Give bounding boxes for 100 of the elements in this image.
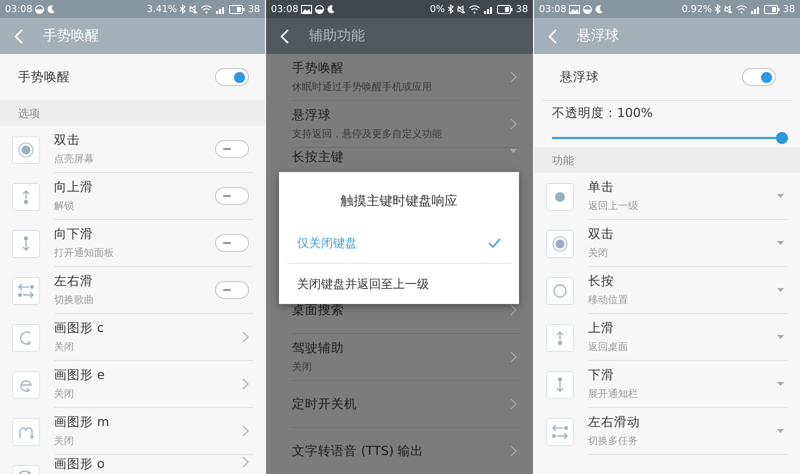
setting-title: 上滑 xyxy=(588,320,615,337)
setting-title: 定时开关机 xyxy=(292,396,357,412)
setting-subtitle: 展开通知栏 xyxy=(588,388,638,401)
signal-icon xyxy=(750,4,761,14)
slider[interactable] xyxy=(552,132,788,144)
slider-thumb[interactable] xyxy=(776,132,788,144)
image-icon xyxy=(301,4,312,14)
wifi-icon xyxy=(200,4,212,14)
setting-title: 双击 xyxy=(54,132,81,149)
setting-row[interactable]: 左右滑 切换歌曲 xyxy=(0,267,265,314)
setting-subtitle: 打开通知面板 xyxy=(54,246,114,260)
slider-label: 不透明度：100% xyxy=(552,104,654,122)
chevron-right-icon xyxy=(242,425,249,437)
half-circle-icon xyxy=(315,4,324,14)
bluetooth-icon xyxy=(448,4,454,14)
page-title: 悬浮球 xyxy=(577,27,619,45)
setting-row[interactable]: 向下滑 打开通知面板 xyxy=(0,220,265,267)
signal-icon xyxy=(482,4,494,14)
dialog-option[interactable]: 关闭键盘并返回至上一级 xyxy=(287,264,511,304)
setting-title: 画图形 o xyxy=(54,456,105,473)
setting-title: 驾驶辅助 xyxy=(292,340,344,357)
data-rate: 3.41% xyxy=(146,4,177,14)
toggle-switch[interactable] xyxy=(215,140,249,158)
setting-row[interactable]: 单击 返回上一级 xyxy=(534,173,800,220)
battery-icon xyxy=(496,4,513,14)
setting-row[interactable]: 画图形 c 关闭 xyxy=(0,314,265,361)
chevron-right-icon xyxy=(510,351,517,363)
setting-row[interactable]: 驾驶辅助 关闭 xyxy=(266,334,533,381)
bluetooth-icon xyxy=(714,4,721,14)
clock: 03:08 xyxy=(5,4,32,14)
setting-title: 画图形 m xyxy=(54,414,110,431)
toggle-switch[interactable] xyxy=(215,187,249,205)
battery-icon xyxy=(228,4,245,14)
chevron-right-icon xyxy=(510,445,517,457)
chevron-right-icon xyxy=(510,71,517,83)
toggle-switch[interactable] xyxy=(215,68,249,86)
section-header: 功能 xyxy=(552,152,574,168)
setting-row[interactable]: 画图形 o xyxy=(0,455,265,474)
setting-title: 双击 xyxy=(588,226,614,243)
checkmark-icon xyxy=(488,238,501,248)
setting-row[interactable]: 下滑 展开通知栏 xyxy=(534,361,800,408)
dropdown-caret-icon xyxy=(777,194,784,198)
setting-subtitle: 支持返回，悬停及更多自定义功能 xyxy=(292,128,442,141)
half-circle-icon xyxy=(35,4,44,14)
setting-row[interactable]: 画图形 e 关闭 xyxy=(0,361,265,408)
double-ring-dot-icon xyxy=(551,234,569,252)
setting-subtitle: 休眠时通过手势唤醒手机或应用 xyxy=(292,80,432,94)
setting-row[interactable]: 向上滑 解锁 xyxy=(0,173,265,220)
back-icon[interactable] xyxy=(280,28,289,44)
moon-icon xyxy=(47,4,56,14)
setting-title: 画图形 e xyxy=(54,367,105,384)
setting-title: 长按 xyxy=(588,273,615,290)
setting-title: 桌面搜索 xyxy=(292,302,344,318)
chevron-right-icon xyxy=(242,378,249,390)
setting-row[interactable]: 左右滑动 切换多任务 xyxy=(534,408,800,455)
setting-subtitle: 返回上一级 xyxy=(588,200,638,213)
setting-row[interactable]: 文字转语音 (TTS) 输出 xyxy=(266,428,533,474)
data-rate: 0.92% xyxy=(682,4,712,14)
setting-title: 单击 xyxy=(588,179,615,196)
setting-title: 悬浮球 xyxy=(560,68,599,86)
setting-row[interactable]: 双击 点亮屏幕 xyxy=(0,126,265,173)
mute-icon xyxy=(188,4,198,14)
setting-title: 左右滑 xyxy=(54,273,94,290)
data-rate: 0% xyxy=(430,4,445,14)
setting-row[interactable]: 画图形 m 关闭 xyxy=(0,408,265,455)
setting-row[interactable]: 上滑 返回桌面 xyxy=(534,314,800,361)
setting-title: 文字转语音 (TTS) 输出 xyxy=(292,442,424,460)
dropdown-caret-icon xyxy=(510,149,517,153)
toggle-switch[interactable] xyxy=(215,281,249,299)
page-title: 手势唤醒 xyxy=(43,27,99,45)
signal-icon xyxy=(214,4,226,14)
setting-row[interactable]: 手势唤醒 休眠时通过手势唤醒手机或应用 xyxy=(266,54,533,101)
setting-row[interactable]: 定时开关机 xyxy=(266,381,533,428)
setting-title: 长按主键 xyxy=(292,149,344,166)
setting-subtitle: 关闭 xyxy=(54,434,75,448)
setting-subtitle: 关闭 xyxy=(54,340,75,354)
chevron-right-icon xyxy=(510,118,517,130)
dropdown-caret-icon xyxy=(777,288,784,292)
half-circle-icon xyxy=(583,4,592,14)
setting-row[interactable]: 双击 关闭 xyxy=(534,220,800,267)
moon-icon xyxy=(595,4,604,14)
setting-row[interactable]: 长按 移动位置 xyxy=(534,267,800,314)
section-header: 选项 xyxy=(18,106,40,120)
toggle-switch[interactable] xyxy=(215,234,249,252)
battery-level: 38 xyxy=(516,4,528,14)
setting-subtitle: 返回桌面 xyxy=(588,340,628,354)
chevron-right-icon xyxy=(510,304,517,316)
left-right-arrows-icon xyxy=(551,422,569,440)
dropdown-caret-icon xyxy=(777,382,784,386)
clock: 03:08 xyxy=(271,4,298,14)
setting-subtitle: 点亮屏幕 xyxy=(54,152,94,166)
setting-title: 手势唤醒 xyxy=(18,68,70,86)
bluetooth-icon xyxy=(180,4,186,14)
battery-level: 38 xyxy=(782,4,795,14)
chevron-right-icon xyxy=(510,398,517,410)
mute-icon xyxy=(724,4,733,14)
setting-row[interactable]: 悬浮球 支持返回，悬停及更多自定义功能 xyxy=(266,101,533,148)
toggle-switch[interactable] xyxy=(742,68,776,86)
circle-icon xyxy=(551,282,569,300)
dialog-title: 触摸主键时键盘响应 xyxy=(340,193,458,211)
